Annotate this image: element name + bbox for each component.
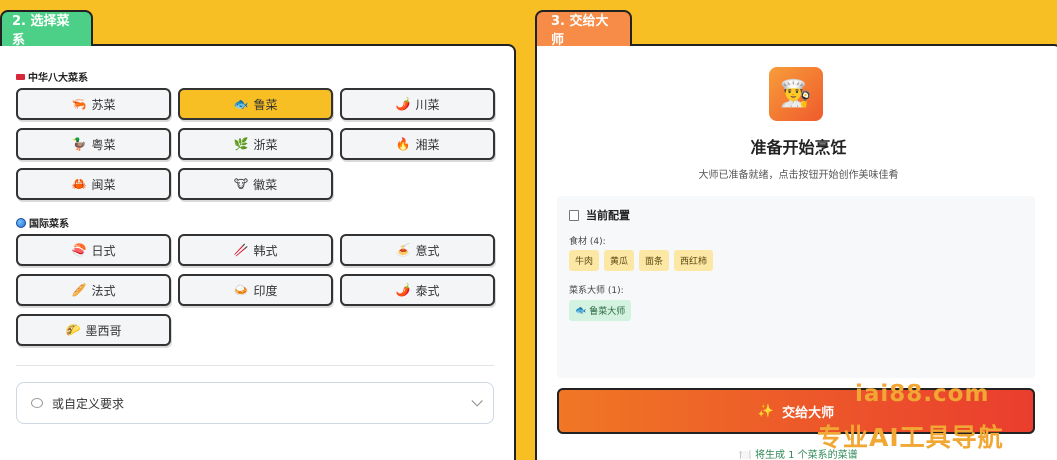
cuisine-button-min[interactable]: 🦀 闽菜 bbox=[16, 168, 171, 200]
section-divider bbox=[16, 365, 494, 366]
cuisine-label: 意式 bbox=[415, 243, 440, 258]
ox-icon: 🐮 bbox=[233, 177, 249, 191]
cuisine-label: 韩式 bbox=[253, 243, 278, 258]
pasta-icon: 🍝 bbox=[395, 243, 411, 257]
ingredient-tag: 西红柿 bbox=[674, 250, 714, 271]
globe-icon bbox=[16, 217, 26, 228]
current-config-card: 当前配置 食材 (4): 牛肉 黄瓜 面条 西红柿 菜系大师 (1): 🐟 鲁菜… bbox=[557, 196, 1035, 378]
cuisine-label: 泰式 bbox=[415, 283, 440, 298]
cuisine-button-japanese[interactable]: 🍣 日式 bbox=[16, 234, 171, 266]
cuisine-button-lu[interactable]: 🐟 鲁菜 bbox=[178, 88, 333, 120]
config-title: 当前配置 bbox=[586, 209, 630, 222]
custom-requirement-label: 或自定义要求 bbox=[52, 396, 125, 411]
watermark-slogan: 专业AI工具导航 bbox=[817, 423, 1004, 452]
cuisine-button-french[interactable]: 🥖 法式 bbox=[16, 274, 171, 306]
ingredient-tags: 牛肉 黄瓜 面条 西红柿 bbox=[569, 250, 714, 271]
custom-requirement-dropdown[interactable]: 或自定义要求 bbox=[16, 382, 494, 424]
cuisine-label: 粤菜 bbox=[91, 137, 116, 152]
cuisine-button-korean[interactable]: 🥢 韩式 bbox=[178, 234, 333, 266]
cuisine-label: 鲁菜 bbox=[253, 97, 278, 112]
master-tag: 🐟 鲁菜大师 bbox=[569, 300, 632, 321]
tab-select-cuisine[interactable]: 2. 选择菜系 bbox=[0, 10, 93, 48]
tab-select-cuisine-label: 2. 选择菜系 bbox=[12, 14, 70, 48]
chinese-cuisine-grid: 🦐 苏菜 🐟 鲁菜 🌶️ 川菜 🦆 粤菜 🌿 浙菜 🔥 湘菜 🦀 闽菜 🐮 徽菜 bbox=[16, 88, 495, 200]
chef-icon: 👨‍🍳 bbox=[769, 67, 823, 121]
chopsticks-icon: 🥢 bbox=[233, 243, 249, 257]
master-tag-label: 鲁菜大师 bbox=[589, 307, 626, 317]
fish-icon: 🐟 bbox=[233, 97, 249, 111]
cuisine-button-italian[interactable]: 🍝 意式 bbox=[340, 234, 495, 266]
cuisine-label: 徽菜 bbox=[253, 177, 278, 192]
cuisine-button-su[interactable]: 🦐 苏菜 bbox=[16, 88, 171, 120]
taco-icon: 🌮 bbox=[65, 323, 81, 337]
watermark-url: iai88.com bbox=[855, 381, 990, 407]
chinese-cuisine-title: 中华八大菜系 bbox=[28, 73, 88, 84]
cuisine-button-hui[interactable]: 🐮 徽菜 bbox=[178, 168, 333, 200]
clipboard-icon bbox=[569, 209, 579, 221]
cuisine-button-thai[interactable]: 🌶️ 泰式 bbox=[340, 274, 495, 306]
cuisine-button-yue[interactable]: 🦆 粤菜 bbox=[16, 128, 171, 160]
sparkles-icon: ✨ bbox=[757, 403, 775, 419]
config-header: 当前配置 bbox=[569, 207, 630, 223]
cuisine-label: 印度 bbox=[253, 283, 278, 298]
cuisine-label: 川菜 bbox=[415, 97, 440, 112]
cuisine-button-indian[interactable]: 🍛 印度 bbox=[178, 274, 333, 306]
ingredient-tag: 黄瓜 bbox=[604, 250, 635, 271]
speech-bubble-icon bbox=[31, 398, 43, 408]
ingredients-label: 食材 (4): bbox=[569, 237, 606, 247]
chili-icon: 🌶️ bbox=[395, 283, 411, 297]
fish-icon: 🐟 bbox=[575, 305, 587, 316]
curry-icon: 🍛 bbox=[233, 283, 249, 297]
cuisine-label: 法式 bbox=[91, 283, 116, 298]
herb-icon: 🌿 bbox=[233, 137, 249, 151]
international-cuisine-grid: 🍣 日式 🥢 韩式 🍝 意式 🥖 法式 🍛 印度 🌶️ 泰式 🌮 墨西哥 bbox=[16, 234, 495, 346]
international-cuisine-heading: 国际菜系 bbox=[16, 215, 69, 230]
ingredient-tag: 面条 bbox=[639, 250, 670, 271]
cuisine-button-mexican[interactable]: 🌮 墨西哥 bbox=[16, 314, 171, 346]
ready-title: 准备开始烹饪 bbox=[750, 138, 847, 157]
chinese-cuisine-heading: 中华八大菜系 bbox=[16, 69, 88, 84]
cuisine-label: 闽菜 bbox=[91, 177, 116, 192]
cuisine-panel: 中华八大菜系 🦐 苏菜 🐟 鲁菜 🌶️ 川菜 🦆 粤菜 🌿 浙菜 🔥 湘菜 🦀 bbox=[0, 44, 516, 460]
china-flag-icon bbox=[16, 73, 25, 80]
baguette-icon: 🥖 bbox=[71, 283, 87, 297]
cuisine-label: 日式 bbox=[91, 243, 116, 258]
chevron-down-icon bbox=[471, 395, 483, 407]
cuisine-button-xiang[interactable]: 🔥 湘菜 bbox=[340, 128, 495, 160]
master-tags: 🐟 鲁菜大师 bbox=[569, 300, 632, 321]
cuisine-button-chuan[interactable]: 🌶️ 川菜 bbox=[340, 88, 495, 120]
cuisine-button-zhe[interactable]: 🌿 浙菜 bbox=[178, 128, 333, 160]
tab-hand-to-master-label: 3. 交给大师 bbox=[551, 14, 609, 48]
crab-icon: 🦀 bbox=[71, 177, 87, 191]
ready-subtitle: 大师已准备就绪，点击按钮开始创作美味佳肴 bbox=[698, 170, 899, 181]
shrimp-icon: 🦐 bbox=[71, 97, 87, 111]
cuisine-label: 苏菜 bbox=[91, 97, 116, 112]
tab-hand-to-master[interactable]: 3. 交给大师 bbox=[535, 10, 632, 48]
duck-icon: 🦆 bbox=[71, 137, 87, 151]
cuisine-label: 湘菜 bbox=[415, 137, 440, 152]
ingredient-tag: 牛肉 bbox=[569, 250, 600, 271]
cuisine-label: 浙菜 bbox=[253, 137, 278, 152]
chili-icon: 🌶️ bbox=[395, 97, 411, 111]
international-cuisine-title: 国际菜系 bbox=[29, 219, 69, 230]
sushi-icon: 🍣 bbox=[71, 243, 87, 257]
fire-icon: 🔥 bbox=[395, 137, 411, 151]
cuisine-label: 墨西哥 bbox=[85, 323, 122, 338]
masters-label: 菜系大师 (1): bbox=[569, 286, 624, 296]
